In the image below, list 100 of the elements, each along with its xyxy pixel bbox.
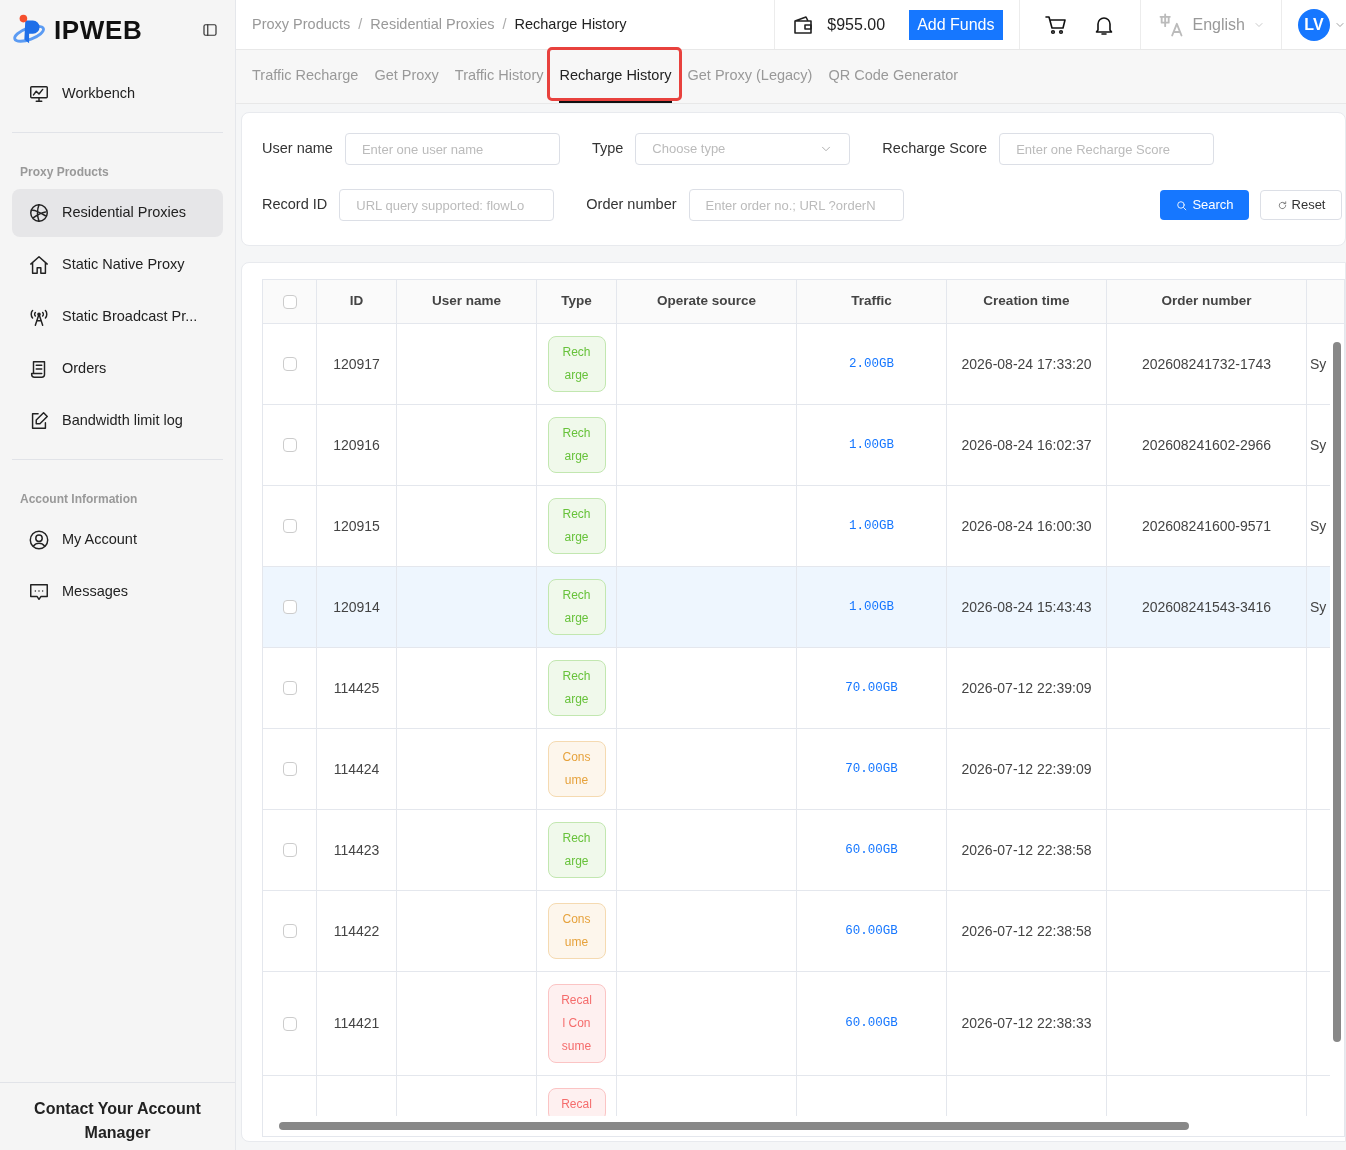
table-row[interactable]: 120916 Recharge 1.00GB 2026-08-24 16:02:37 202608241602-2966 Sy — [263, 405, 1330, 486]
tab[interactable]: Recharge History — [559, 50, 672, 103]
table-cell-text: 2026-07-12 22:38:33 — [961, 1014, 1092, 1033]
field-label: Order number — [586, 195, 677, 215]
section-title: Proxy Products — [19, 164, 110, 181]
field-label: Type — [591, 139, 624, 159]
table-cell-text: 2026-08-24 15:43:43 — [961, 597, 1092, 617]
row-checkbox[interactable] — [282, 762, 297, 776]
table-cell-text: 114423 — [333, 840, 380, 860]
table-cell-text: 60.00GB — [845, 1015, 898, 1033]
column-header: User name — [431, 292, 501, 311]
input-field[interactable]: URL query supported: flowLo — [339, 189, 555, 221]
type-tag: Recharge — [547, 498, 606, 554]
type-tag: Consume — [547, 741, 606, 797]
table-cell-text: 60.00GB — [845, 922, 898, 940]
table-row[interactable]: 114424 Consume 70.00GB 2026-07-12 22:39:09 — [263, 729, 1330, 810]
table-row[interactable]: 114425 Recharge 70.00GB 2026-07-12 22:39:09 — [263, 648, 1330, 729]
input-field[interactable]: Enter one user name — [344, 133, 560, 165]
table-row[interactable]: 120915 Recharge 1.00GB 2026-08-24 16:00:30 202608241600-9571 Sy — [263, 486, 1330, 567]
row-checkbox[interactable] — [282, 681, 297, 695]
table-cell-text: 120916 — [333, 435, 380, 455]
table-row[interactable]: 114422 Consume 60.00GB 2026-07-12 22:38:58 — [263, 891, 1330, 972]
refresh-icon — [1276, 199, 1288, 211]
table-cell-text: 120915 — [333, 516, 380, 536]
input-field[interactable]: Enter order no.; URL ?orderN — [688, 189, 904, 221]
sidebar-item[interactable]: Messages — [12, 568, 223, 616]
column-header: Traffic — [851, 292, 892, 311]
sidebar-item[interactable]: My Account — [12, 516, 223, 564]
field-label: Recharge Score — [882, 139, 988, 159]
table-cell-text: 120914 — [333, 597, 380, 617]
table-cell-text: 2026-07-12 22:38:58 — [961, 921, 1092, 941]
table-cell-text: 60.00GB — [845, 841, 898, 859]
type-tag: Consume — [547, 903, 606, 959]
column-header: ID — [349, 292, 364, 311]
breadcrumb-separator: / — [358, 14, 363, 34]
sidebar-item[interactable]: Orders — [12, 345, 223, 393]
balance-amount: $955.00 — [827, 14, 886, 35]
table-cell-text: Sy — [1310, 435, 1327, 455]
table-row[interactable]: 114421 Recall Consume 60.00GB 2026-07-12 22:38:33 — [263, 972, 1330, 1076]
breadcrumb-item: Recharge History — [514, 14, 627, 34]
select-all-checkbox[interactable] — [282, 294, 297, 309]
user-avatar[interactable]: LV — [1298, 8, 1330, 41]
table-cell-text: 2026-08-24 16:00:30 — [961, 516, 1092, 536]
field-label: Record ID — [262, 195, 328, 215]
table-cell-text: 2.00GB — [849, 355, 894, 373]
table-cell-text: 202608241602-2966 — [1141, 435, 1272, 455]
table-cell-text: 202608241732-1743 — [1141, 354, 1272, 374]
table-cell-text: Sy — [1310, 597, 1327, 617]
table-cell-text: 2026-08-24 17:33:20 — [961, 354, 1092, 374]
sidebar-toggle-icon — [201, 21, 219, 39]
row-checkbox[interactable] — [282, 519, 297, 533]
table-row[interactable]: 120917 Recharge 2.00GB 2026-08-24 17:33:20 202608241732-1743 Sy — [263, 324, 1330, 405]
type-tag: Recall Consume — [547, 984, 606, 1063]
table-cell-text: 114422 — [333, 921, 380, 941]
input-field[interactable]: Enter one Recharge Score — [999, 133, 1215, 165]
table-cell-text: Sy — [1310, 516, 1327, 536]
contact-manager-link[interactable]: Contact Your Account Manager — [22, 1097, 213, 1150]
chat-icon — [28, 581, 50, 603]
table-cell-text: 1.00GB — [849, 517, 894, 535]
search-button[interactable]: Search — [1160, 190, 1249, 220]
type-tag: Recharge — [547, 417, 606, 473]
table-row[interactable]: 120914 Recharge 1.00GB 2026-08-24 15:43:43 202608241543-3416 Sy — [263, 567, 1330, 648]
add-funds-button[interactable]: Add Funds — [909, 9, 1003, 40]
user-icon — [28, 529, 50, 551]
row-checkbox[interactable] — [282, 843, 297, 857]
sidebar-item[interactable]: Bandwidth limit log — [12, 397, 223, 445]
table-cell-text: 202608241600-9571 — [1141, 516, 1272, 536]
section-title: Account Information — [19, 491, 139, 508]
row-checkbox[interactable] — [282, 924, 297, 938]
table-cell-text: 70.00GB — [845, 760, 898, 778]
column-header: Order number — [1161, 292, 1252, 311]
table-cell-text: 1.00GB — [849, 436, 894, 454]
table-cell-text: 2026-08-24 16:02:37 — [961, 435, 1092, 455]
table-cell-text: 1.00GB — [849, 598, 894, 616]
sidebar-item[interactable]: Static Broadcast Pr... — [12, 293, 223, 341]
sidebar-item[interactable]: Workbench — [12, 70, 223, 118]
sidebar-item[interactable]: Residential Proxies — [12, 189, 223, 237]
table-cell-text: 70.00GB — [845, 679, 898, 697]
monitor-icon — [28, 83, 50, 105]
house-icon — [28, 254, 50, 276]
table-cell-text: 114424 — [333, 759, 380, 779]
row-checkbox[interactable] — [282, 357, 297, 371]
type-tag: Recharge — [547, 579, 606, 635]
table-cell-text: 202608241543-3416 — [1141, 597, 1272, 617]
breadcrumb-separator: / — [502, 14, 507, 34]
table-row[interactable]: 114423 Recharge 60.00GB 2026-07-12 22:38:58 — [263, 810, 1330, 891]
column-header: Creation time — [983, 292, 1070, 311]
globe-icon — [28, 202, 50, 224]
row-checkbox[interactable] — [282, 1016, 297, 1031]
field-label: User name — [262, 139, 333, 159]
search-icon — [1175, 198, 1189, 212]
type-tag: Recharge — [547, 660, 606, 716]
column-header: Operate source — [656, 292, 756, 311]
reset-button[interactable]: Reset — [1260, 190, 1342, 220]
table-cell-text: Sy — [1310, 354, 1327, 374]
table-cell-text: 2026-07-12 22:39:09 — [961, 678, 1092, 698]
row-checkbox[interactable] — [282, 600, 297, 614]
row-checkbox[interactable] — [282, 438, 297, 452]
table-cell-text: 2026-07-12 22:38:58 — [961, 840, 1092, 860]
sidebar-item[interactable]: Static Native Proxy — [12, 241, 223, 289]
